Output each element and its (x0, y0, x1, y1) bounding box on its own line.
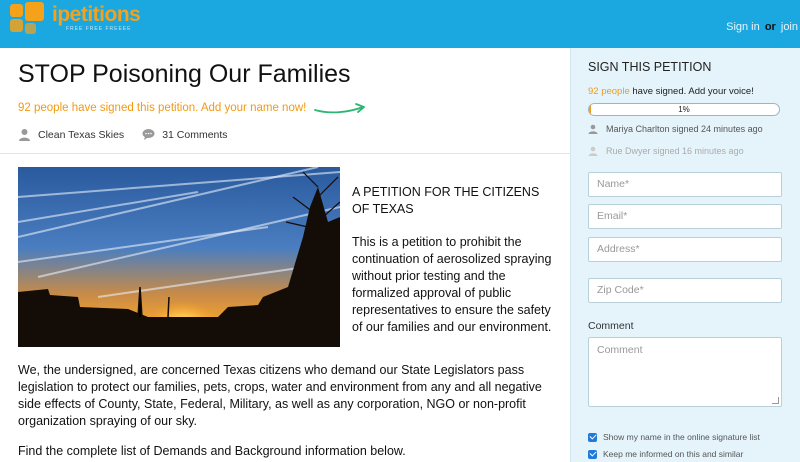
site-logo[interactable]: ipetitions FREE FREE FREEEE (10, 2, 160, 38)
signature-progress-bar: 1% (588, 103, 780, 116)
signed-count-number: 92 people (588, 86, 630, 97)
sidebar-title: SIGN THIS PETITION (588, 60, 712, 74)
comment-placeholder: Comment (597, 344, 643, 356)
signed-banner: 92 people have signed this petition. Add… (18, 102, 307, 114)
auth-links: Sign in or join (726, 21, 798, 33)
progress-label: 1% (678, 105, 690, 114)
email-field[interactable]: Email* (588, 204, 782, 229)
sign-petition-sidebar: SIGN THIS PETITION 92 people have signed… (570, 48, 800, 462)
recent-signer-text: Rue Dwyer signed 16 minutes ago (606, 146, 744, 156)
petition-statement: We, the undersigned, are concerned Texas… (18, 363, 542, 428)
recent-signer: Rue Dwyer signed 16 minutes ago (588, 146, 744, 156)
user-icon (588, 146, 598, 156)
petition-author[interactable]: Clean Texas Skies (38, 129, 124, 141)
user-icon (588, 124, 598, 134)
petition-main: STOP Poisoning Our Families 92 people ha… (0, 48, 570, 462)
divider (0, 153, 570, 154)
logo-tagline: FREE FREE FREEEE (66, 26, 132, 32)
join-link[interactable]: join (781, 21, 798, 33)
comment-textarea[interactable]: Comment (588, 337, 782, 407)
site-header: ipetitions FREE FREE FREEEE Sign in or j… (0, 0, 800, 48)
petition-intro-body: This is a petition to prohibit the conti… (352, 235, 552, 334)
resize-handle-icon[interactable] (772, 397, 779, 404)
curved-arrow-icon (314, 103, 365, 114)
logo-mark-icon (10, 2, 48, 36)
show-name-label: Show my name in the online signature lis… (603, 432, 760, 442)
recent-signer: Mariya Charlton signed 24 minutes ago (588, 124, 763, 134)
keep-informed-checkbox[interactable]: Keep me informed on this and similar (588, 449, 743, 459)
comment-bubble-icon (142, 129, 155, 140)
keep-informed-label: Keep me informed on this and similar (603, 449, 744, 459)
sign-in-link[interactable]: Sign in (726, 21, 760, 33)
signed-count-suffix: have signed. Add your voice! (629, 86, 754, 97)
comments-count-link[interactable]: 31 Comments (162, 129, 227, 141)
petition-intro: A PETITION FOR THE CITIZENS OF TEXAS Thi… (352, 184, 552, 352)
petition-title: STOP Poisoning Our Families (18, 60, 351, 88)
petition-intro-heading: A PETITION FOR THE CITIZENS OF TEXAS (352, 185, 540, 216)
checkbox-checked-icon[interactable] (588, 432, 597, 442)
zip-code-field[interactable]: Zip Code* (588, 278, 782, 303)
address-field[interactable]: Address* (588, 237, 782, 262)
comment-label: Comment (588, 320, 634, 332)
recent-signer-text: Mariya Charlton signed 24 minutes ago (606, 124, 763, 134)
user-icon (19, 129, 30, 141)
sidebar-signed-count: 92 people have signed. Add your voice! (588, 86, 754, 97)
petition-photo (18, 167, 340, 347)
name-field[interactable]: Name* (588, 172, 782, 197)
petition-meta: Clean Texas Skies 31 Comments (18, 128, 228, 141)
show-name-checkbox[interactable]: Show my name in the online signature lis… (588, 432, 760, 442)
logo-text: ipetitions (52, 3, 141, 26)
petition-footer-line: Find the complete list of Demands and Ba… (18, 444, 406, 458)
checkbox-checked-icon[interactable] (588, 449, 597, 459)
or-text: or (764, 21, 776, 33)
